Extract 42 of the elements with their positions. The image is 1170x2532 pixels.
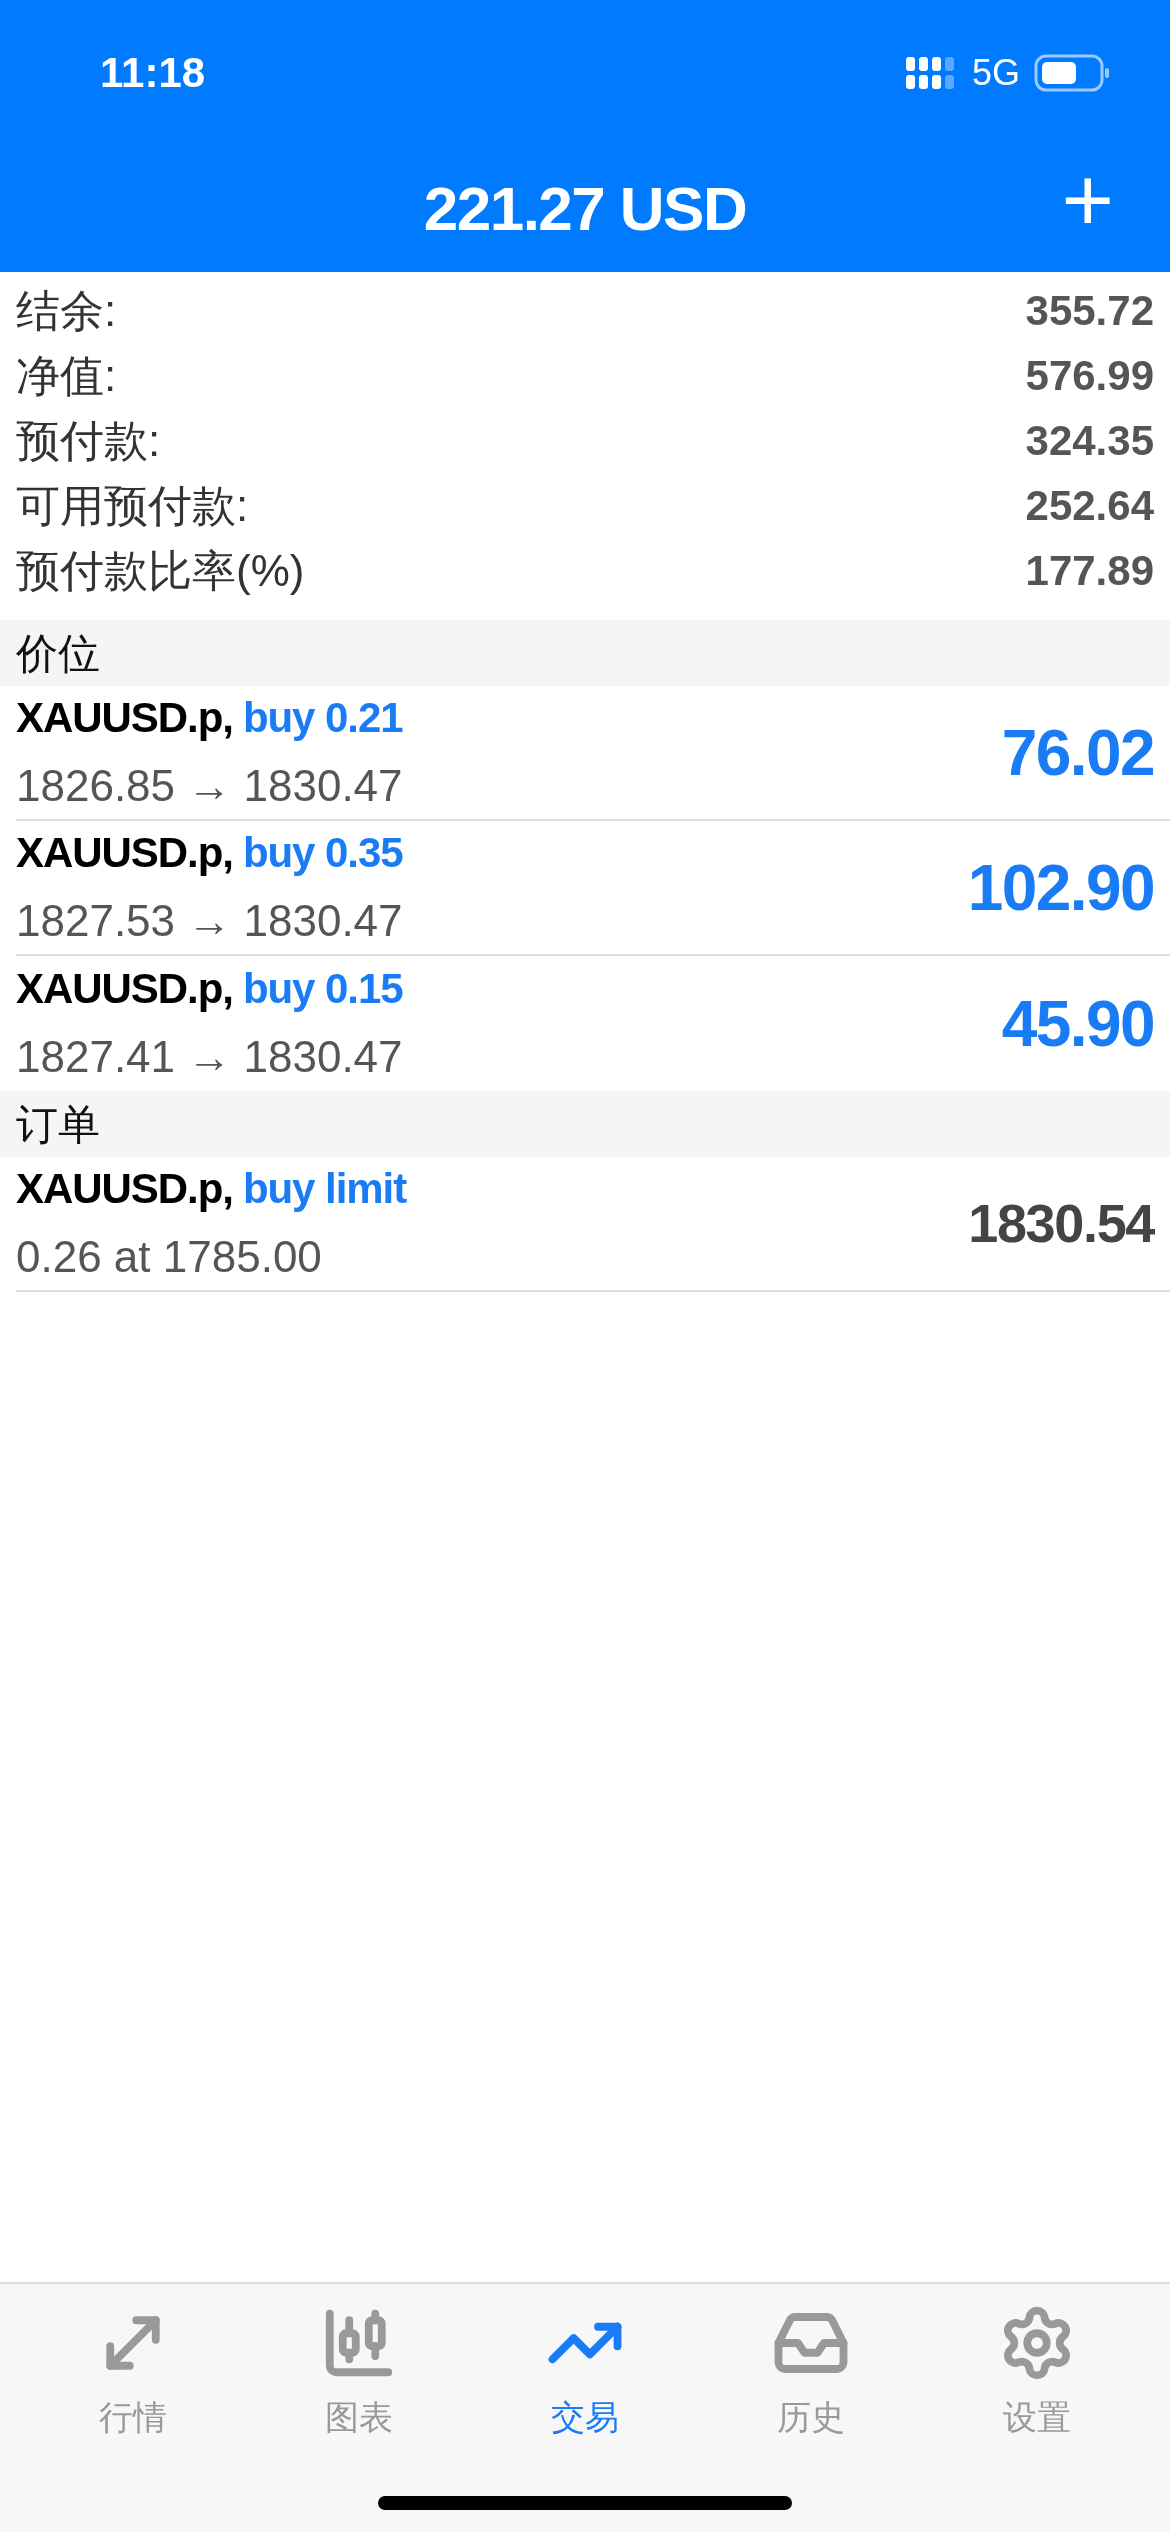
price-detail: 1827.53 → 1830.47 (16, 895, 403, 947)
position-row[interactable]: XAUUSD.p, buy 0.35 1827.53 → 1830.47 102.90 (16, 821, 1170, 956)
tab-button[interactable]: 交易 (495, 2304, 675, 2443)
profit-value: 102.90 (967, 850, 1154, 926)
summary-value: 177.89 (1025, 546, 1154, 596)
current-price: 1830.54 (968, 1192, 1154, 1255)
side-label: buy 0.15 (242, 964, 403, 1014)
profit-value: 76.02 (1001, 715, 1154, 791)
summary-label: 预付款: (16, 414, 161, 467)
tab-button[interactable]: 行情 (43, 2304, 223, 2443)
balance-title: 221.27 USD (423, 173, 747, 245)
symbol-label: XAUUSD.p, (16, 693, 233, 743)
side-label: buy limit (242, 1164, 407, 1214)
status-time: 11:18 (100, 48, 206, 98)
side-label: buy 0.35 (242, 828, 403, 878)
summary-label: 净值: (16, 349, 117, 402)
position-row[interactable]: XAUUSD.p, buy 0.21 1826.85 → 1830.47 76.02 (16, 686, 1170, 821)
summary-value: 324.35 (1025, 416, 1154, 466)
side-label: buy 0.21 (242, 693, 403, 743)
tab-button[interactable]: 设置 (947, 2304, 1127, 2443)
tab-button[interactable]: 图表 (269, 2304, 449, 2443)
section-header: 订单 (0, 1091, 1170, 1157)
summary-value: 576.99 (1025, 351, 1154, 401)
price-detail: 1827.41 → 1830.47 (16, 1031, 403, 1083)
section-header: 价位 (0, 620, 1170, 686)
price-detail: 1826.85 → 1830.47 (16, 760, 403, 812)
symbol-label: XAUUSD.p, (16, 964, 233, 1014)
order-row[interactable]: XAUUSD.p, buy limit 0.26 at 1785.00 1830.54 (16, 1157, 1170, 1292)
add-button[interactable]: + (1061, 155, 1114, 245)
price-detail: 0.26 at 1785.00 (16, 1231, 323, 1283)
summary-value: 355.72 (1025, 286, 1154, 336)
battery-icon (1034, 53, 1110, 92)
tab-button[interactable]: 历史 (721, 2304, 901, 2443)
summary-label: 预付款比率(%) (16, 544, 305, 597)
summary-label: 可用预付款: (16, 479, 249, 532)
summary-label: 结余: (16, 284, 117, 337)
position-row[interactable]: XAUUSD.p, buy 0.15 1827.41 → 1830.47 45.90 (16, 956, 1170, 1091)
network-label: 5G (971, 50, 1020, 95)
symbol-label: XAUUSD.p, (16, 1164, 233, 1214)
summary-value: 252.64 (1025, 481, 1154, 531)
symbol-label: XAUUSD.p, (16, 828, 233, 878)
profit-value: 45.90 (1001, 986, 1154, 1062)
